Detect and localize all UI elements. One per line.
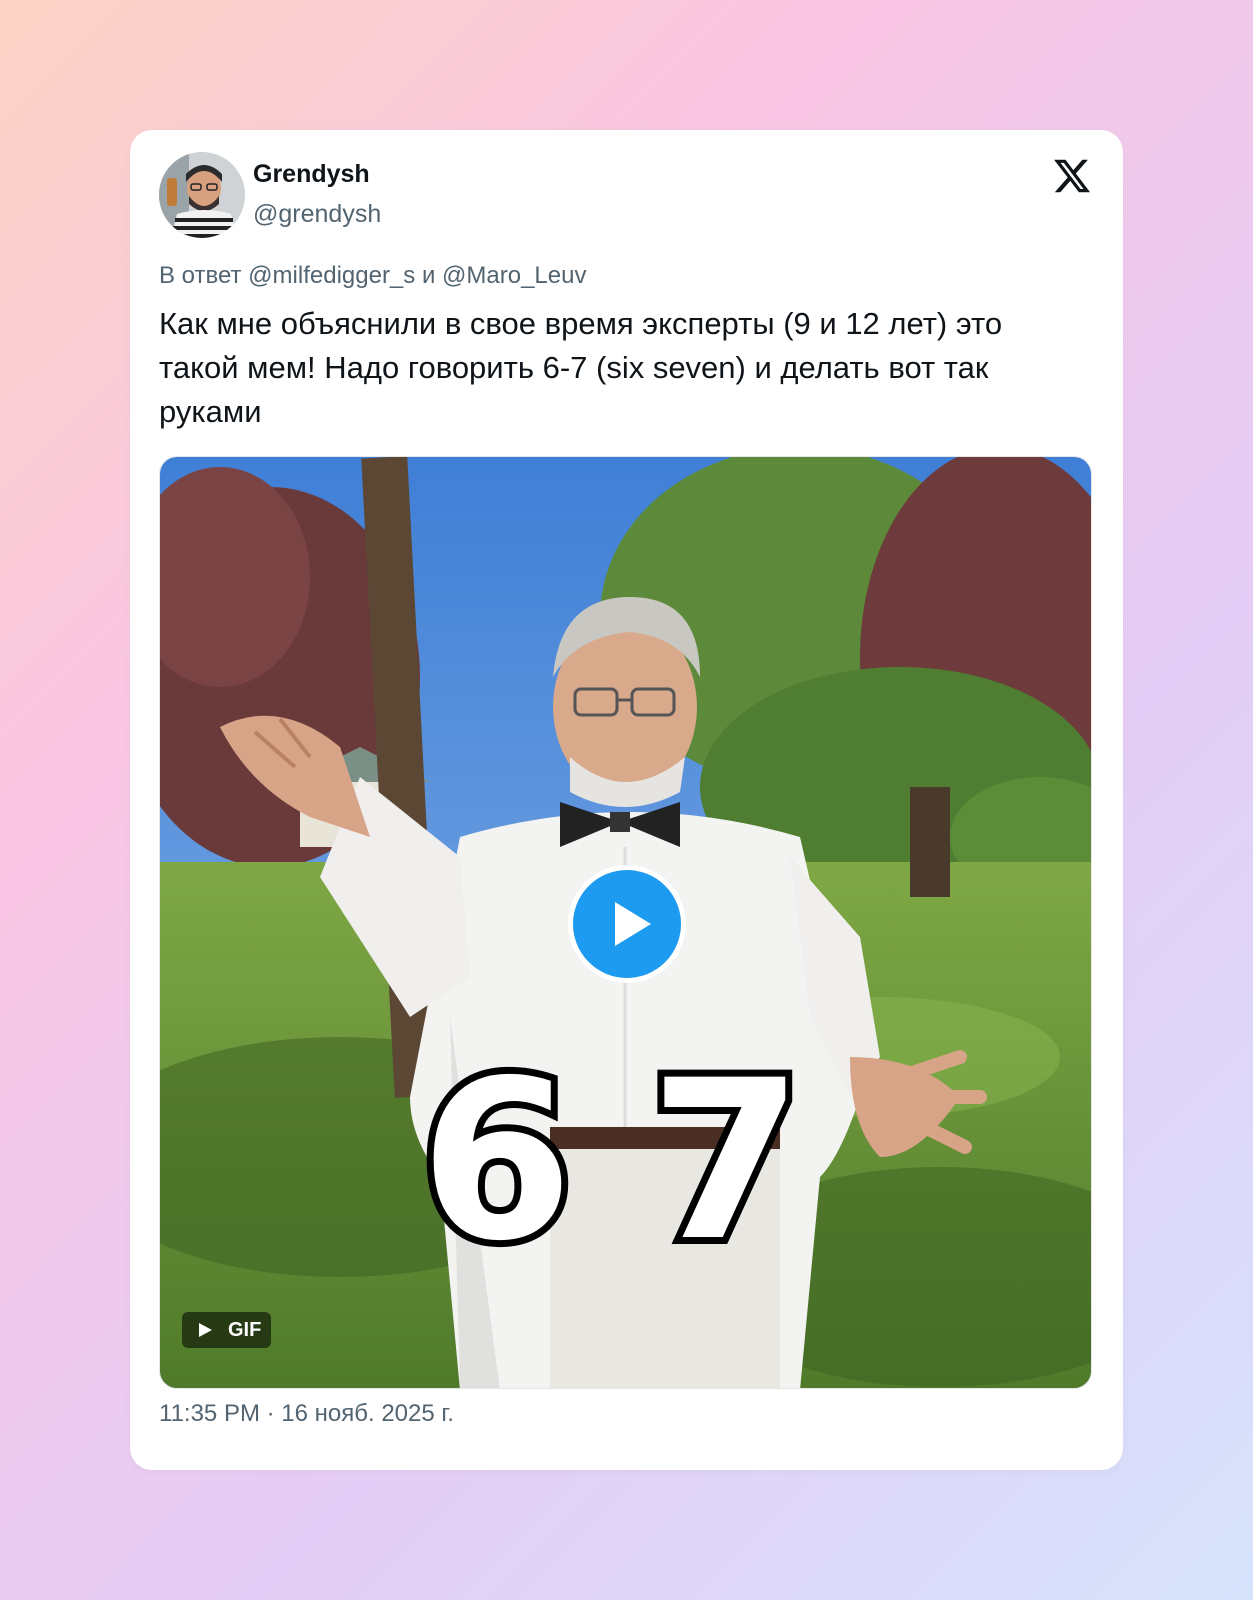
- user-handle[interactable]: @grendysh: [253, 200, 381, 229]
- avatar-image: [159, 152, 245, 238]
- timestamp[interactable]: 11:35 PM · 16 нояб. 2025 г.: [159, 1400, 454, 1428]
- avatar[interactable]: [159, 152, 245, 238]
- display-name[interactable]: Grendysh: [253, 160, 370, 189]
- overlay-text: 6 7: [420, 1037, 800, 1257]
- gif-media[interactable]: 6 7 GIF: [159, 456, 1092, 1389]
- play-mini-icon: [190, 1312, 220, 1348]
- tweet-text: Как мне объяснили в свое время эксперты …: [159, 306, 1003, 429]
- reply-to-line: В ответ @milfedigger_s и @Maro_Leuv: [159, 262, 587, 289]
- overlay-six-seven: 6 7: [413, 1026, 810, 1296]
- tweet-card: Grendysh @grendysh В ответ @milfedigger_…: [130, 130, 1123, 1470]
- play-button[interactable]: [568, 865, 686, 983]
- gif-badge[interactable]: GIF: [182, 1312, 272, 1348]
- play-icon: [615, 902, 651, 946]
- gif-label: GIF: [228, 1318, 262, 1341]
- x-logo-icon[interactable]: [1051, 156, 1093, 196]
